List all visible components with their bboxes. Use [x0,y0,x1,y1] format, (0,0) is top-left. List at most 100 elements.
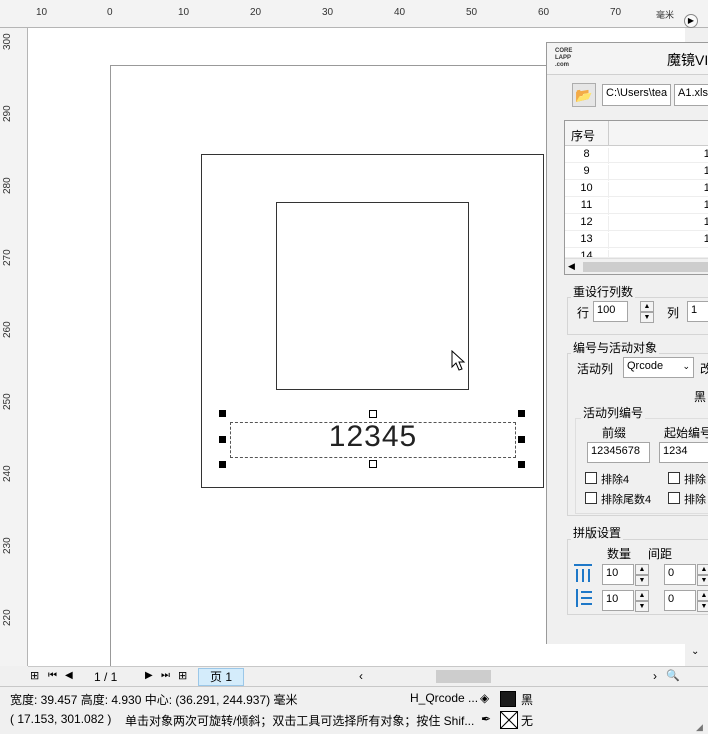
scroll-left-icon[interactable]: ◀ [568,261,575,272]
vertical-ruler[interactable]: 300 290 280 270 260 250 240 230 220 [0,28,28,666]
spin-down-icon[interactable]: ▼ [635,601,649,612]
table-row[interactable]: 10 12 [565,180,708,198]
ruler-label: 240 [2,465,13,482]
exclude-tail-4-checkbox[interactable] [585,492,597,504]
count-label: 数量 [607,547,632,561]
table-row[interactable]: 14 1 [565,248,708,258]
rows-count-input[interactable]: 10 [602,590,634,611]
trailing-label: 改 [700,362,708,376]
row-value: 12 [608,233,708,249]
horizontal-ruler[interactable]: 10 0 10 20 30 40 50 60 70 毫米 ▶ [0,0,708,28]
spin-down-icon[interactable]: ▼ [697,601,708,612]
grid-horizontal-scrollbar[interactable]: ◀ [565,258,708,274]
folder-open-icon[interactable]: 📂 [572,83,596,107]
black-label: 黑 [694,390,707,404]
scrollbar-thumb[interactable] [583,262,708,272]
rows-spacing-input[interactable]: 0 [664,590,696,611]
column-header-index[interactable]: 序号 [571,127,595,144]
exclude-checkbox-b2[interactable] [668,492,680,504]
ruler-label: 10 [36,7,48,18]
columns-spacing-input[interactable]: 0 [664,564,696,585]
magic-mirror-docker: CORELAPP.com 魔镜VI 📂 C:\Users\tea A1.xlsx… [546,42,708,644]
outline-pen-icon[interactable]: ✒ [481,712,491,726]
ruler-label: 290 [2,105,13,122]
exclude-label-b2: 排除 [684,494,706,506]
imposition-group-title: 拼版设置 [571,524,624,541]
spin-down-icon[interactable]: ▼ [635,575,649,586]
columns-count-input[interactable]: 10 [602,564,634,585]
inner-rectangle[interactable] [276,202,469,390]
ruler-label: 280 [2,177,13,194]
horizontal-scrollbar-thumb[interactable] [436,670,491,683]
spin-up-icon[interactable]: ▲ [697,590,708,601]
spin-up-icon[interactable]: ▲ [640,301,654,312]
exclude-checkbox-b1[interactable] [668,472,680,484]
barcode-number-text[interactable]: 12345 [230,420,516,454]
fill-color-swatch[interactable] [500,691,516,707]
selection-handle[interactable] [369,460,377,468]
active-col-label: 活动列 [577,362,614,376]
row-index: 13 [580,233,593,245]
cursor-coordinates: ( 17.153, 301.082 ) [10,712,112,726]
scroll-left-icon[interactable]: ‹ [359,669,363,683]
chevron-down-icon[interactable]: ⌄ [691,646,699,657]
row-value: 12 [608,148,708,164]
flyout-arrow-icon[interactable]: ▶ [684,14,698,28]
exclude-tail-4-label: 排除尾数4 [601,494,652,506]
ruler-label: 220 [2,609,13,626]
mouse-cursor-icon [451,350,466,371]
fill-bucket-icon[interactable]: ◈ [480,691,489,705]
next-page-icon[interactable]: ▶ [145,670,153,681]
table-row[interactable]: 12 12 [565,214,708,232]
file-field[interactable]: A1.xlsx [674,84,708,106]
active-col-select[interactable]: Qrcode ⌄ [623,357,694,378]
selection-handle[interactable] [518,436,525,443]
row-count-input[interactable]: 100 [593,301,628,322]
active-numbering-title: 活动列编号 [581,404,646,421]
add-page-icon[interactable]: ⊞ [30,669,39,682]
spin-up-icon[interactable]: ▲ [697,564,708,575]
ruler-label: 20 [250,7,262,18]
reset-group-title: 重设行列数 [571,283,636,300]
selection-handle[interactable] [219,436,226,443]
selection-handle[interactable] [518,461,525,468]
first-page-icon[interactable]: ⏮ [48,670,57,681]
spin-down-icon[interactable]: ▼ [697,575,708,586]
ruler-label: 260 [2,321,13,338]
prefix-label: 前缀 [602,426,627,440]
table-row[interactable]: 8 12 [565,146,708,164]
selection-handle[interactable] [369,410,377,418]
selection-handle[interactable] [219,461,226,468]
docker-title: 魔镜VI [667,52,708,68]
start-number-label: 起始编号 [664,426,708,440]
last-page-icon[interactable]: ⏭ [161,670,170,681]
resize-grip-icon[interactable]: ◢ [696,722,703,733]
scroll-right-icon[interactable]: › [653,669,657,683]
spin-up-icon[interactable]: ▲ [635,590,649,601]
table-row[interactable]: 13 12 [565,231,708,249]
no-outline-swatch[interactable] [500,711,518,729]
table-row[interactable]: 11 12 [565,197,708,215]
selection-handle[interactable] [518,410,525,417]
table-row[interactable]: 9 12 [565,163,708,181]
prefix-input[interactable]: 12345678 [587,442,650,463]
start-number-input[interactable]: 1234 [659,442,708,463]
zoom-icon[interactable]: 🔍 [666,669,680,682]
selection-handle[interactable] [219,410,226,417]
data-grid[interactable]: 序号 812 912 1012 1112 1212 1312 141 ◀ [564,120,708,275]
tab-page-1[interactable]: 页 1 [198,668,244,686]
spin-up-icon[interactable]: ▲ [635,564,649,575]
exclude-4-checkbox[interactable] [585,472,597,484]
path-field[interactable]: C:\Users\tea [602,84,671,106]
add-page-after-icon[interactable]: ⊞ [178,669,187,682]
ruler-label: 230 [2,537,13,554]
row-index: 11 [580,199,593,211]
corelapp-logo: CORE LAPP .com [555,48,573,68]
outline-color-name: 无 [521,714,534,728]
ruler-label: 30 [322,7,334,18]
column-repeat-icon [574,564,592,582]
spin-down-icon[interactable]: ▼ [640,312,654,323]
ruler-label: 250 [2,393,13,410]
prev-page-icon[interactable]: ◀ [65,670,73,681]
col-count-input[interactable]: 1 [687,301,708,322]
